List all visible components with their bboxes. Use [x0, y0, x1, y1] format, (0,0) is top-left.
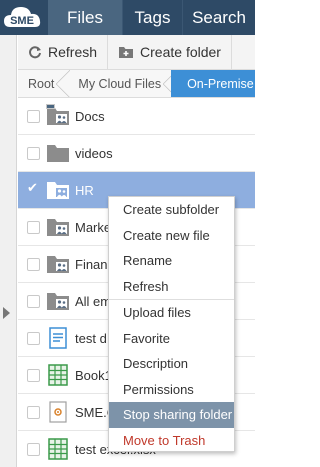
shared-folder-icon — [46, 104, 69, 125]
tab-search-label: Search — [192, 7, 246, 27]
refresh-button[interactable]: Refresh — [18, 34, 109, 70]
shared-folder-icon — [47, 182, 69, 199]
row-checkbox[interactable] — [27, 295, 40, 308]
row-checkbox[interactable] — [27, 258, 40, 271]
top-navigation: SME Files Tags Search — [0, 0, 255, 35]
create-folder-label: Create folder — [140, 44, 221, 60]
row-checkbox[interactable] — [27, 147, 40, 160]
breadcrumb: Root My Cloud Files On-Premise — [18, 70, 255, 98]
menu-item-stop-sharing-folder[interactable]: Stop sharing folder — [109, 402, 234, 428]
cloud-logo-icon: SME — [4, 7, 41, 27]
tab-files[interactable]: Files — [48, 0, 122, 35]
add-folder-icon — [119, 47, 134, 58]
row-checkbox[interactable] — [27, 221, 40, 234]
menu-item-move-to-trash[interactable]: Move to Trash — [109, 428, 234, 454]
row-checkbox[interactable] — [27, 369, 40, 382]
tab-files-label: Files — [67, 7, 103, 27]
file-name: All em — [75, 294, 112, 309]
tab-tags[interactable]: Tags — [122, 0, 182, 35]
menu-item-rename[interactable]: Rename — [109, 248, 234, 274]
menu-item-permissions[interactable]: Permissions — [109, 377, 234, 403]
shared-folder-icon — [47, 293, 69, 310]
row-checkbox-checked[interactable] — [27, 181, 40, 197]
row-checkbox[interactable] — [27, 443, 40, 456]
file-row-videos[interactable]: videos — [18, 135, 255, 172]
file-row-docs[interactable]: Docs — [18, 98, 255, 135]
row-checkbox[interactable] — [27, 406, 40, 419]
menu-item-create-new-file[interactable]: Create new file — [109, 223, 234, 249]
row-checkbox[interactable] — [27, 332, 40, 345]
file-name: test d — [75, 331, 107, 346]
breadcrumb-root[interactable]: Root — [18, 70, 71, 97]
menu-item-refresh[interactable]: Refresh — [109, 274, 234, 300]
toolbar: Refresh Create folder — [18, 34, 255, 70]
file-name: Book1 — [75, 368, 112, 383]
file-name: videos — [75, 146, 113, 161]
file-name: HR — [75, 183, 94, 198]
breadcrumb-my-cloud-files-label: My Cloud Files — [78, 77, 162, 91]
spreadsheet-icon — [48, 438, 68, 460]
tab-search[interactable]: Search — [182, 0, 255, 35]
file-name: Docs — [75, 109, 105, 124]
breadcrumb-on-premise-label: On-Premise — [187, 77, 254, 91]
row-checkbox[interactable] — [27, 110, 40, 123]
shared-folder-icon — [47, 256, 69, 273]
breadcrumb-on-premise[interactable]: On-Premise — [171, 70, 255, 97]
document-icon — [49, 327, 67, 349]
sme-logo[interactable]: SME — [0, 0, 48, 35]
left-panel-gutter — [0, 35, 17, 467]
expand-panel-arrow-icon[interactable] — [3, 307, 10, 319]
menu-item-create-subfolder[interactable]: Create subfolder — [109, 197, 234, 223]
shared-folder-icon — [47, 219, 69, 236]
refresh-label: Refresh — [48, 44, 98, 60]
refresh-icon — [29, 46, 41, 59]
breadcrumb-root-label: Root — [28, 77, 55, 91]
file-name: Marke — [75, 220, 112, 235]
logo-text: SME — [10, 15, 34, 27]
menu-item-favorite[interactable]: Favorite — [109, 326, 234, 352]
context-menu: Create subfolder Create new file Rename … — [108, 196, 235, 452]
create-folder-button[interactable]: Create folder — [108, 34, 232, 70]
file-icon — [49, 401, 67, 423]
breadcrumb-my-cloud-files[interactable]: My Cloud Files — [64, 70, 177, 97]
tab-tags-label: Tags — [134, 7, 171, 27]
spreadsheet-icon — [48, 364, 68, 386]
folder-icon — [47, 145, 69, 162]
menu-item-upload-files[interactable]: Upload files — [109, 300, 234, 326]
menu-item-description[interactable]: Description — [109, 351, 234, 377]
